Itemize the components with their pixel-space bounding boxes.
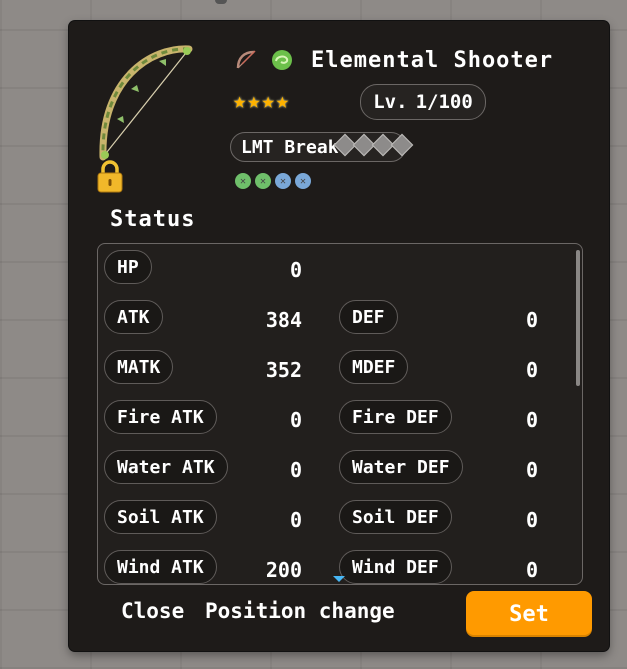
stat-value-matk: 352: [265, 358, 302, 382]
star-icon: ★: [275, 89, 289, 114]
top-edge-marker: [215, 0, 227, 4]
stat-label-water-def: Water DEF: [339, 450, 463, 484]
limit-break-label: LMT Break: [241, 136, 339, 158]
stat-label-wind-def: Wind DEF: [339, 550, 452, 584]
stat-value-fire-def: 0: [525, 408, 538, 432]
limit-break-diamonds: [333, 133, 414, 157]
empty-slot-icon: ✕: [255, 173, 271, 189]
empty-slot-icon: ✕: [295, 173, 311, 189]
stat-row: Soil ATK 0 Soil DEF 0: [98, 500, 568, 540]
stat-label-mdef: MDEF: [339, 350, 409, 384]
rarity-stars: ★ ★ ★ ★: [233, 91, 289, 113]
stat-value-hp: 0: [289, 258, 302, 282]
level-label: Lv.: [373, 91, 408, 113]
stat-label-water-atk: Water ATK: [104, 450, 228, 484]
stat-label-soil-atk: Soil ATK: [104, 500, 217, 534]
stat-value-mdef: 0: [525, 358, 538, 382]
diamond-icon: [390, 133, 414, 157]
item-name: Elemental Shooter: [311, 47, 554, 73]
status-heading: Status: [110, 207, 196, 232]
bow-icon: [99, 45, 193, 161]
bow-type-icon: [233, 47, 259, 73]
empty-slot-icon: ✕: [275, 173, 291, 189]
stat-value-fire-atk: 0: [289, 408, 302, 432]
stat-label-soil-def: Soil DEF: [339, 500, 452, 534]
stat-row: ATK 384 DEF 0: [98, 300, 568, 340]
stat-label-hp: HP: [104, 250, 152, 284]
stat-value-wind-atk: 200: [265, 558, 302, 582]
scroll-down-indicator-icon: [333, 576, 345, 582]
level-value: 1/100: [415, 91, 473, 113]
star-icon: ★: [261, 89, 275, 114]
status-list[interactable]: HP 0 ATK 384 DEF 0 MATK 352 MDEF 0 Fire …: [97, 243, 583, 585]
stat-label-atk: ATK: [104, 300, 163, 334]
scrollbar[interactable]: [576, 250, 580, 386]
close-button[interactable]: Close: [121, 599, 184, 623]
stat-row: HP 0: [98, 250, 568, 290]
stat-value-atk: 384: [265, 308, 302, 332]
stat-row: MATK 352 MDEF 0: [98, 350, 568, 390]
level-badge: Lv. 1/100: [360, 84, 486, 120]
stat-value-water-atk: 0: [289, 458, 302, 482]
set-button[interactable]: Set: [466, 591, 592, 637]
item-detail-panel: Elemental Shooter ★ ★ ★ ★ Lv. 1/100 LMT …: [69, 21, 609, 651]
stat-row: Water ATK 0 Water DEF 0: [98, 450, 568, 490]
empty-slot-icon: ✕: [235, 173, 251, 189]
stat-label-fire-def: Fire DEF: [339, 400, 452, 434]
stat-value-def: 0: [525, 308, 538, 332]
limit-break-badge: LMT Break: [230, 132, 414, 162]
position-change-button[interactable]: Position change: [205, 599, 395, 623]
stat-label-wind-atk: Wind ATK: [104, 550, 217, 584]
wind-swirl-icon: [269, 47, 295, 73]
stat-label-fire-atk: Fire ATK: [104, 400, 217, 434]
slot-icons: ✕ ✕ ✕ ✕: [235, 173, 311, 189]
stat-value-water-def: 0: [525, 458, 538, 482]
title-row: Elemental Shooter: [233, 47, 553, 73]
star-icon: ★: [247, 89, 261, 114]
lock-icon[interactable]: [96, 159, 124, 193]
star-icon: ★: [233, 89, 247, 114]
stat-value-soil-atk: 0: [289, 508, 302, 532]
stat-value-wind-def: 0: [525, 558, 538, 582]
stat-row: Fire ATK 0 Fire DEF 0: [98, 400, 568, 440]
stat-label-matk: MATK: [104, 350, 174, 384]
stat-label-def: DEF: [339, 300, 398, 334]
stat-value-soil-def: 0: [525, 508, 538, 532]
